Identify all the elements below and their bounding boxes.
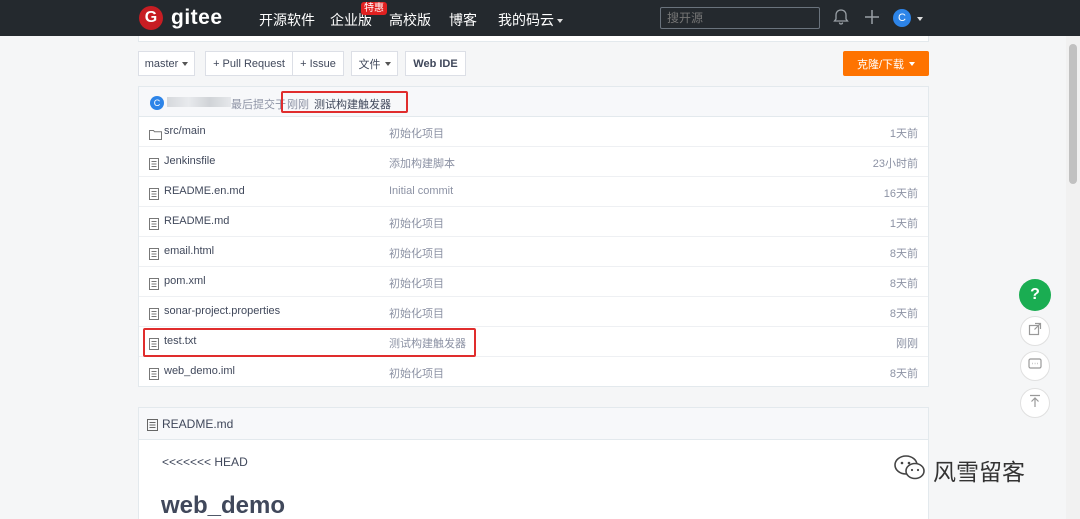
file-icon [147, 418, 158, 431]
file-commit-time: 1天前 [889, 218, 918, 230]
gitee-logo[interactable]: G gitee [139, 6, 223, 30]
comment-icon [1028, 357, 1042, 376]
file-row[interactable]: README.md 初始化项目 1天前 [139, 207, 928, 237]
search-input[interactable] [660, 7, 820, 29]
help-button[interactable]: ? [1019, 279, 1051, 311]
readme-panel: README.md <<<<<<< HEAD web_demo [138, 407, 929, 519]
file-row[interactable]: src/main 初始化项目 1天前 [139, 117, 928, 147]
file-icon [149, 187, 160, 200]
file-row[interactable]: web_demo.iml 初始化项目 8天前 [139, 357, 928, 387]
file-row[interactable]: sonar-project.properties 初始化项目 8天前 [139, 297, 928, 327]
chevron-down-icon [909, 61, 916, 66]
chevron-down-icon[interactable] [917, 17, 923, 21]
gitee-logo-icon: G [139, 6, 163, 30]
web-ide-button[interactable]: Web IDE [405, 51, 466, 76]
watermark-text: 风雪留客 [933, 460, 1025, 486]
file-icon [149, 277, 160, 290]
bell-icon[interactable] [833, 8, 849, 31]
arrow-up-icon [1028, 394, 1042, 413]
nav-open-source[interactable]: 开源软件 [259, 10, 315, 30]
chevron-down-icon [557, 19, 563, 24]
file-name-link[interactable]: README.en.md [164, 185, 245, 197]
highlight-box-test-file [143, 328, 476, 357]
share-icon [1028, 322, 1042, 341]
repo-header-panel [138, 36, 929, 42]
file-name-link[interactable]: src/main [164, 125, 206, 137]
back-to-top-button[interactable] [1020, 388, 1050, 418]
comment-button[interactable] [1020, 351, 1050, 381]
file-commit-message[interactable]: 初始化项目 [389, 365, 444, 381]
file-row[interactable]: Jenkinsfile 添加构建脚本 23小时前 [139, 147, 928, 177]
wechat-icon [893, 454, 927, 487]
clone-download-label: 克隆/下载 [856, 58, 905, 71]
nav-my-gitee-label: 我的码云 [498, 12, 554, 28]
branch-label: master [144, 57, 179, 70]
nav-my-gitee[interactable]: 我的码云 [498, 10, 563, 30]
file-commit-time: 8天前 [889, 278, 918, 290]
nav-education[interactable]: 高校版 [389, 10, 431, 30]
file-icon [149, 307, 160, 320]
folder-icon [149, 127, 162, 140]
file-commit-time: 8天前 [889, 368, 918, 380]
file-icon [149, 217, 160, 230]
file-commit-time: 1天前 [889, 128, 918, 140]
gitee-logo-text: gitee [171, 6, 223, 29]
file-commit-time: 8天前 [889, 248, 918, 260]
plus-icon[interactable] [864, 8, 880, 31]
file-name-link[interactable]: pom.xml [164, 275, 206, 287]
file-commit-time: 23小时前 [872, 158, 918, 170]
branch-select[interactable]: master [138, 51, 195, 76]
file-commit-message[interactable]: 初始化项目 [389, 245, 444, 261]
chevron-down-icon [182, 61, 189, 66]
file-commit-time: 刚刚 [896, 338, 918, 350]
issue-button[interactable]: + Issue [292, 51, 344, 76]
file-name-link[interactable]: README.md [164, 215, 229, 227]
top-navbar: G gitee 开源软件 企业版 特惠 高校版 博客 我的码云 C [0, 0, 1080, 36]
file-icon [149, 157, 160, 170]
readme-filename[interactable]: README.md [162, 417, 233, 431]
committer-name-blurred [167, 97, 231, 107]
file-name-link[interactable]: web_demo.iml [164, 365, 235, 377]
file-commit-message[interactable]: 初始化项目 [389, 275, 444, 291]
file-row[interactable]: README.en.md Initial commit 16天前 [139, 177, 928, 207]
file-commit-time: 16天前 [883, 188, 918, 200]
files-menu-label: 文件 [358, 58, 381, 71]
readme-conflict-marker: <<<<<<< HEAD [162, 455, 248, 469]
files-menu-button[interactable]: 文件 [351, 51, 398, 76]
enterprise-promo-badge: 特惠 [361, 2, 387, 15]
readme-heading: web_demo [161, 492, 286, 519]
user-avatar[interactable]: C [893, 9, 911, 27]
file-commit-message[interactable]: Initial commit [389, 185, 453, 197]
wechat-watermark: 风雪留客 [893, 453, 1025, 487]
page-scrollbar[interactable] [1066, 36, 1080, 519]
file-name-link[interactable]: email.html [164, 245, 214, 257]
file-commit-message[interactable]: 初始化项目 [389, 305, 444, 321]
highlight-box-commit [281, 91, 408, 113]
committer-avatar[interactable]: C [150, 96, 164, 110]
file-name-link[interactable]: sonar-project.properties [164, 305, 280, 317]
scrollbar-thumb[interactable] [1069, 44, 1077, 184]
file-commit-message[interactable]: 初始化项目 [389, 215, 444, 231]
file-commit-message[interactable]: 初始化项目 [389, 125, 444, 141]
nav-blog[interactable]: 博客 [449, 10, 477, 30]
chevron-down-icon [384, 61, 391, 66]
last-commit-bar: C 最后提交于 刚刚 测试构建触发器 [139, 87, 928, 117]
file-name-link[interactable]: Jenkinsfile [164, 155, 215, 167]
pull-request-button[interactable]: + Pull Request [205, 51, 293, 76]
file-commit-message[interactable]: 添加构建脚本 [389, 155, 455, 171]
last-commit-label: 最后提交于 [231, 99, 286, 111]
clone-download-button[interactable]: 克隆/下载 [843, 51, 929, 76]
file-icon [149, 247, 160, 260]
share-button[interactable] [1020, 316, 1050, 346]
file-commit-time: 8天前 [889, 308, 918, 320]
file-row[interactable]: email.html 初始化项目 8天前 [139, 237, 928, 267]
file-row[interactable]: pom.xml 初始化项目 8天前 [139, 267, 928, 297]
file-icon [149, 367, 160, 380]
readme-header: README.md [139, 408, 928, 440]
